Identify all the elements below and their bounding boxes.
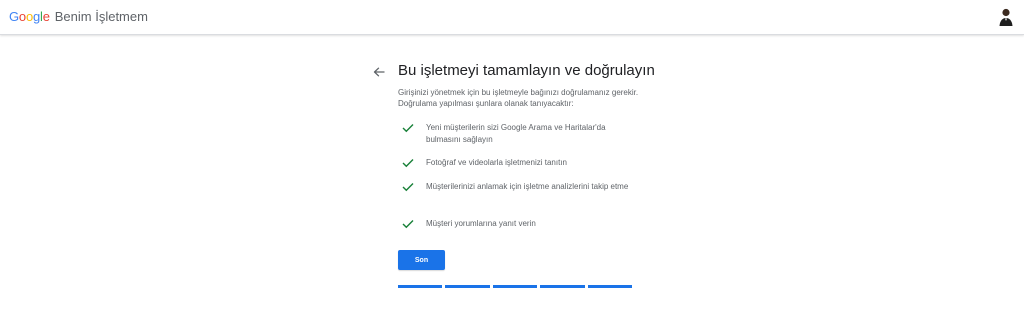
progress-step-1 — [398, 285, 443, 288]
top-app-bar: Google Benim İşletmem — [0, 0, 1024, 35]
product-name: Benim İşletmem — [54, 9, 148, 24]
intro-text: Girişinizi yönetmek için bu işletmeyle b… — [398, 88, 639, 108]
account-avatar[interactable] — [996, 7, 1016, 27]
finish-button[interactable]: Son — [398, 250, 445, 270]
progress-step-3 — [492, 285, 538, 288]
logo-letter-o2: o — [25, 9, 33, 24]
benefit-text: Yeni müşterilerin sizi Google Arama ve H… — [426, 123, 606, 144]
logo-letter-e: e — [42, 9, 50, 24]
progress-step-4 — [540, 285, 585, 288]
logo-letter-o1: o — [18, 9, 26, 24]
checkmark-icon — [402, 159, 414, 168]
page-title: Bu işletmeyi tamamlayın ve doğrulayın — [398, 62, 655, 79]
logo-letter-g: G — [9, 9, 19, 24]
logo-letter-g2: g — [32, 9, 41, 24]
checkmark-icon — [402, 124, 414, 133]
user-avatar-icon — [999, 8, 1013, 26]
benefit-text: Fotoğraf ve videolarla işletmenizi tanıt… — [426, 158, 567, 167]
benefit-text: Müşterilerinizi anlamak için işletme ana… — [426, 182, 629, 191]
checkmark-icon — [402, 220, 414, 229]
brand[interactable]: Google Benim İşletmem — [9, 9, 148, 25]
progress-step-2 — [445, 285, 490, 288]
checkmark-icon — [402, 183, 414, 192]
progress-step-5 — [587, 285, 633, 288]
benefit-text: Müşteri yorumlarına yanıt verin — [426, 219, 536, 228]
google-logo: Google — [9, 9, 50, 25]
progress-indicator — [398, 285, 633, 288]
arrow-left-icon — [373, 67, 385, 77]
back-button[interactable] — [372, 65, 386, 79]
